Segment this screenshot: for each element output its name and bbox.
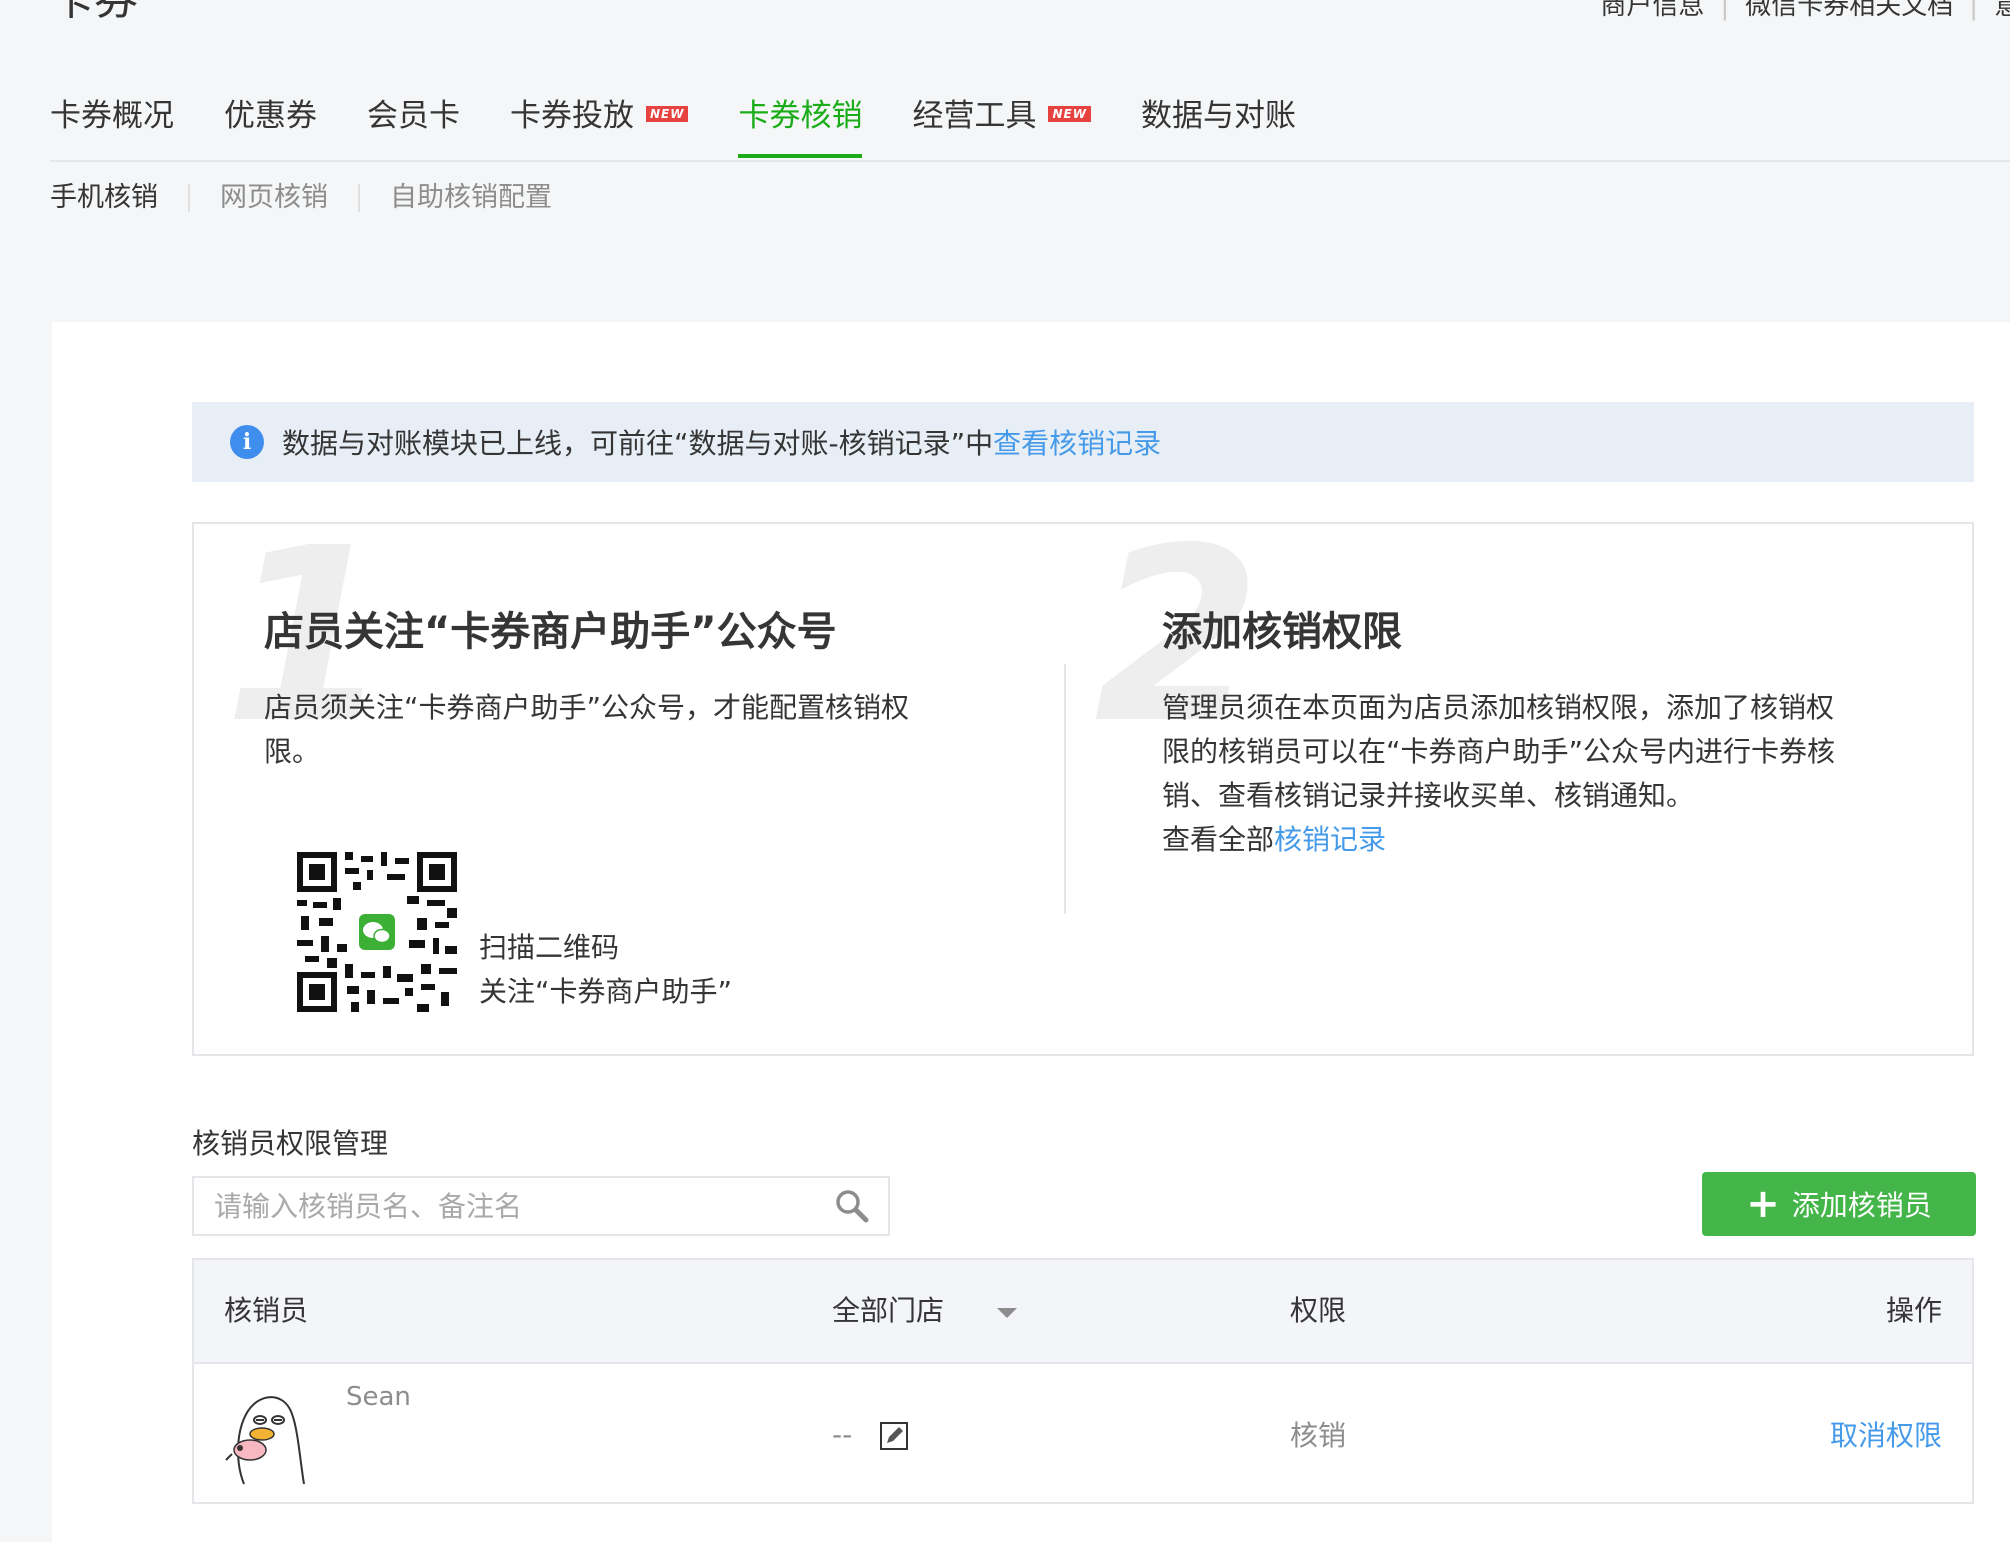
step-description: 店员须关注“卡券商户助手”公众号，才能配置核销权 限。: [264, 686, 984, 774]
sub-nav: 手机核销 网页核销 自助核销配置: [50, 172, 552, 224]
content-panel: i 数据与对账模块已上线，可前往“数据与对账-核销记录”中 查看核销记录 1 店员…: [52, 322, 2010, 1542]
section-title: 核销员权限管理: [192, 1127, 389, 1160]
subnav-divider: [358, 184, 360, 212]
docs-link[interactable]: 微信卡券相关文档: [1745, 0, 1953, 26]
tab-label: 会员卡: [367, 98, 460, 134]
new-badge: NEW: [1048, 106, 1091, 122]
tab-label: 数据与对账: [1140, 98, 1296, 134]
notice-bar: i 数据与对账模块已上线，可前往“数据与对账-核销记录”中 查看核销记录: [192, 402, 1974, 482]
step-desc-line: 销、查看核销记录并接收买单、核销通知。: [1162, 779, 1695, 812]
step-desc-line: 管理员须在本页面为店员添加核销权限，添加了核销权: [1162, 691, 1835, 724]
chevron-down-icon[interactable]: [997, 1308, 1017, 1318]
tab-label: 卡券概况: [50, 98, 174, 134]
steps-box: 1 店员关注“卡券商户助手”公众号 店员须关注“卡券商户助手”公众号，才能配置核…: [192, 522, 1974, 1056]
step-desc-line: 限。: [264, 735, 321, 768]
edit-icon[interactable]: [880, 1422, 908, 1450]
step-title: 店员关注“卡券商户助手”公众号: [264, 609, 837, 655]
column-header-permission: 权限: [1290, 1294, 1347, 1327]
qr-caption-line: 扫描二维码: [479, 931, 620, 964]
tab-label: 卡券投放: [510, 98, 634, 134]
step-desc-line: 限的核销员可以在“卡券商户助手”公众号内进行卡券核: [1162, 735, 1836, 768]
search-input[interactable]: [194, 1178, 832, 1234]
step-title: 添加核销权限: [1162, 609, 1402, 655]
search-box: [192, 1176, 890, 1236]
redemption-records-link[interactable]: 核销记录: [1274, 823, 1386, 856]
main-nav: 卡券概况 优惠券 会员卡 卡券投放 NEW 卡券核销 经营工具 NEW 数据与对账: [50, 88, 2010, 162]
top-links: 商户信息 | 微信卡券相关文档 | 意: [1600, 0, 2010, 26]
subtab-self-service-config[interactable]: 自助核销配置: [390, 172, 552, 224]
feedback-link[interactable]: 意: [1994, 0, 2010, 26]
tab-redemption[interactable]: 卡券核销: [738, 88, 863, 158]
qr-caption-line: 关注“卡券商户助手”: [479, 975, 733, 1008]
subtab-web-redemption[interactable]: 网页核销: [220, 172, 328, 224]
staff-table: 核销员 全部门店 权限 操作 Sean -- 核销 取消权限: [192, 1258, 1974, 1504]
view-all-text: 查看全部: [1162, 823, 1275, 856]
tab-overview[interactable]: 卡券概况: [50, 88, 174, 158]
table-header: 核销员 全部门店 权限 操作: [194, 1260, 1972, 1364]
store-filter-dropdown[interactable]: 全部门店: [832, 1260, 944, 1362]
link-separator: |: [1969, 0, 1978, 21]
step-description: 管理员须在本页面为店员添加核销权限，添加了核销权 限的核销员可以在“卡券商户助手…: [1162, 686, 1922, 862]
page-title: 卡券: [50, 0, 138, 30]
tab-label: 卡券核销: [738, 98, 863, 134]
qr-code: [297, 852, 457, 1012]
merchant-info-link[interactable]: 商户信息: [1600, 0, 1704, 26]
staff-permission: 核销: [1290, 1419, 1347, 1452]
step-desc-line: 店员须关注“卡券商户助手”公众号，才能配置核销权: [264, 691, 910, 724]
column-header-staff: 核销员: [224, 1294, 309, 1327]
step-desc-line: 查看全部核销记录: [1162, 818, 1922, 862]
column-header-action: 操作: [1885, 1294, 1942, 1327]
search-icon[interactable]: [832, 1186, 872, 1226]
add-staff-button[interactable]: + 添加核销员: [1702, 1172, 1976, 1236]
qr-caption: 扫描二维码 关注“卡券商户助手”: [479, 926, 732, 1014]
view-records-link[interactable]: 查看核销记录: [993, 422, 1161, 462]
step-divider: [1064, 664, 1066, 914]
tab-membership-card[interactable]: 会员卡: [367, 88, 460, 158]
link-separator: |: [1720, 0, 1730, 21]
tab-business-tools[interactable]: 经营工具 NEW: [912, 88, 1091, 158]
add-staff-label: 添加核销员: [1791, 1189, 1932, 1222]
new-badge: NEW: [646, 106, 689, 122]
info-icon: i: [230, 425, 264, 459]
staff-name: Sean: [346, 1382, 411, 1412]
subnav-divider: [188, 184, 190, 212]
table-row: Sean -- 核销 取消权限: [194, 1364, 1972, 1504]
staff-store: --: [832, 1418, 853, 1451]
tab-label: 优惠券: [224, 98, 317, 134]
avatar: [225, 1396, 305, 1485]
tab-coupons[interactable]: 优惠券: [224, 88, 317, 158]
revoke-permission-link[interactable]: 取消权限: [1830, 1414, 1942, 1454]
tab-data-reconciliation[interactable]: 数据与对账: [1141, 88, 1296, 158]
tab-distribution[interactable]: 卡券投放 NEW: [510, 88, 689, 158]
tab-label: 经营工具: [912, 98, 1037, 134]
notice-text: 数据与对账模块已上线，可前往“数据与对账-核销记录”中: [282, 427, 994, 460]
plus-icon: +: [1746, 1181, 1780, 1227]
subtab-mobile-redemption[interactable]: 手机核销: [50, 172, 158, 224]
